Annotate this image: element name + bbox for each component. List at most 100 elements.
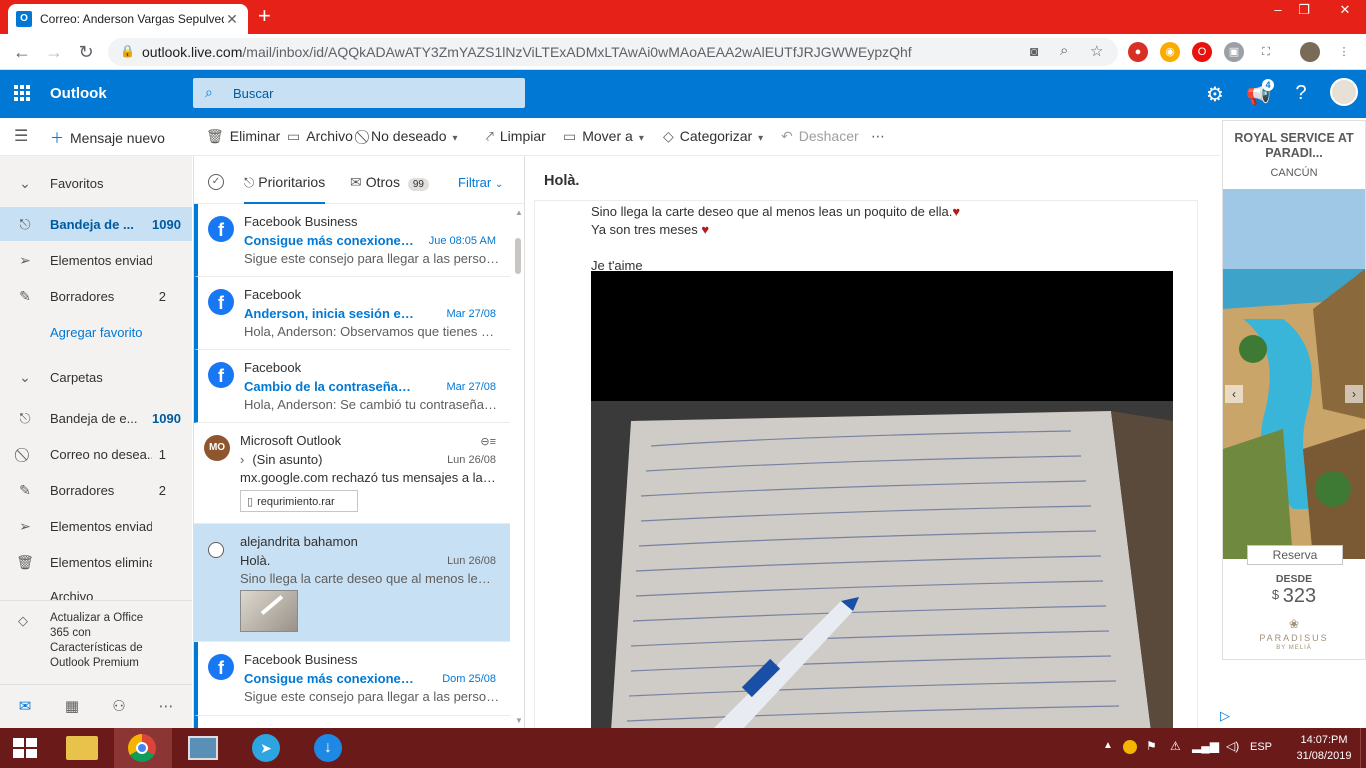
plus-icon: ＋	[50, 130, 64, 146]
windows-start-icon[interactable]	[0, 728, 50, 768]
clock-date[interactable]: 31/08/2019	[1294, 750, 1354, 762]
attachment-thumbnail[interactable]	[240, 590, 298, 632]
mail-icon[interactable]: ✉	[13, 697, 37, 715]
list-item[interactable]	[194, 716, 510, 728]
photos-taskbar-icon[interactable]	[176, 728, 234, 768]
list-item[interactable]: MO Microsoft Outlook ⊖≡ › (Sin asunto) Lu…	[194, 423, 510, 524]
more-actions-icon[interactable]: ⋯	[871, 128, 885, 145]
ad-panel[interactable]: ROYAL SERVICE AT PARADI... CANCÚN ‹ › Re…	[1222, 120, 1366, 660]
clock-time[interactable]: 14:07:PM	[1294, 734, 1354, 746]
archive-button[interactable]: ▭ Archivo	[287, 128, 353, 145]
extension-2-icon[interactable]: ◉	[1160, 42, 1180, 62]
action-center-flag-icon[interactable]: ⚑	[1146, 739, 1157, 753]
bookmark-star-icon[interactable]: ☆	[1090, 42, 1103, 60]
undo-button[interactable]: ↶ Deshacer	[781, 128, 859, 145]
attachment-chip[interactable]: ▯ requrimiento.rar	[240, 490, 358, 512]
ad-reserve-button[interactable]: Reserva	[1247, 545, 1343, 565]
sweep-button[interactable]: ⤤ Limpiar	[486, 128, 546, 145]
move-folder-icon: ▭	[563, 128, 577, 144]
list-item-selected[interactable]: alejandrita bahamon Holà. Lun 26/08 Sino…	[194, 524, 510, 642]
folders-header[interactable]: ⌄ Carpetas	[0, 360, 192, 394]
new-message-button[interactable]: ＋ Mensaje nuevo	[50, 128, 165, 148]
download-manager-icon[interactable]: ↓	[300, 728, 358, 768]
nav-inbox[interactable]: ⎋ Bandeja de e... 1090	[0, 401, 192, 435]
ad-prev-icon[interactable]: ‹	[1225, 385, 1243, 403]
profile-avatar-icon[interactable]	[1300, 42, 1320, 62]
new-tab-icon[interactable]: +	[258, 5, 271, 27]
select-all-checkbox[interactable]: ✓	[208, 174, 224, 190]
ad-next-icon[interactable]: ›	[1345, 385, 1363, 403]
extension-1-icon[interactable]: ●	[1128, 42, 1148, 62]
forward-icon[interactable]: →	[44, 42, 64, 62]
tab-focused[interactable]: ⎋ Prioritarios	[244, 156, 326, 204]
scroll-thumb[interactable]	[515, 238, 521, 274]
pencil-icon: ✎	[19, 287, 31, 304]
handwritten-letter-photo[interactable]	[591, 271, 1173, 728]
nav-deleted[interactable]: 🗑 Elementos elimina...	[0, 545, 192, 579]
signal-icon[interactable]: ▂▄▆	[1192, 739, 1219, 753]
brand-title[interactable]: Outlook	[50, 85, 107, 102]
file-icon: ▯	[247, 496, 254, 508]
nav-sent-favorite[interactable]: ➢ Elementos enviados	[0, 243, 192, 277]
extension-4-icon[interactable]: ▣	[1224, 42, 1244, 62]
nav-junk[interactable]: ⃠ Correo no desea... 1	[0, 437, 192, 471]
chevron-right-icon: ›	[240, 452, 245, 467]
zoom-icon[interactable]: ⌕	[1060, 42, 1068, 59]
address-bar[interactable]: 🔒 outlook.live.com/mail/inbox/id/AQQkADA…	[108, 38, 1118, 66]
calendar-icon[interactable]: ▦	[60, 697, 84, 715]
list-item[interactable]: f Facebook Cambio de la contraseña d... …	[194, 350, 510, 423]
telegram-taskbar-icon[interactable]: ➤	[238, 728, 296, 768]
opera-extension-icon[interactable]: O	[1192, 42, 1212, 62]
message-list-scrollbar[interactable]: ▲ ▼	[513, 208, 523, 726]
reload-icon[interactable]: ↻	[76, 42, 96, 62]
show-desktop-button[interactable]	[1360, 728, 1366, 768]
filter-button[interactable]: Filtrar ⌄	[458, 175, 503, 190]
more-apps-icon[interactable]: ⋯	[154, 697, 178, 715]
show-hidden-icons-icon[interactable]: ▲	[1103, 740, 1113, 751]
ad-brand-logo-icon: ❀	[1288, 617, 1300, 631]
ad-resort-image[interactable]: ‹ ›	[1223, 189, 1365, 559]
hamburger-menu-icon[interactable]: ☰	[14, 126, 28, 146]
nav-drafts-favorite[interactable]: ✎ Borradores 2	[0, 279, 192, 313]
nav-sent[interactable]: ➢ Elementos enviados	[0, 509, 192, 543]
junk-button[interactable]: ⃠No deseado▾	[365, 128, 458, 145]
volume-icon[interactable]: ◁)	[1226, 739, 1239, 753]
screen-capture-icon[interactable]: ⛶	[1256, 42, 1276, 62]
app-launcher-icon[interactable]	[14, 85, 30, 101]
nav-drafts[interactable]: ✎ Borradores 2	[0, 473, 192, 507]
settings-gear-icon[interactable]: ⚙	[1203, 82, 1227, 107]
people-icon[interactable]: ⚇	[107, 697, 131, 715]
ad-location: CANCÚN	[1270, 167, 1318, 179]
nav-archive[interactable]: Archivo	[0, 581, 192, 601]
upgrade-banner[interactable]: ◇ Actualizar a Office 365 con Caracterís…	[0, 600, 192, 684]
browser-tab[interactable]: O Correo: Anderson Vargas Sepulveda - Ou…	[8, 4, 248, 34]
select-checkbox[interactable]	[208, 542, 224, 558]
camera-blocked-icon[interactable]: ◙	[1030, 43, 1038, 59]
file-explorer-icon[interactable]	[52, 728, 110, 768]
list-item[interactable]: f Facebook Anderson, inicia sesión en F.…	[194, 277, 510, 350]
categorize-button[interactable]: ◇ Categorizar ▾	[663, 128, 763, 145]
close-window-icon[interactable]: ✕	[1324, 0, 1366, 20]
delete-button[interactable]: 🗑 Eliminar	[206, 128, 280, 145]
back-icon[interactable]: ←	[12, 42, 32, 62]
help-icon[interactable]: ?	[1289, 82, 1313, 105]
account-avatar[interactable]	[1330, 78, 1358, 106]
tab-other[interactable]: ✉ Otros 99	[350, 174, 429, 191]
restore-icon[interactable]: ❐	[1288, 0, 1320, 20]
inbox-pivots: ✓ ⎋ Prioritarios ✉ Otros 99 Filtrar ⌄	[194, 156, 524, 204]
add-favorite-link[interactable]: Agregar favorito	[0, 315, 192, 349]
nav-inbox-favorite[interactable]: ⎋ Bandeja de ... 1090	[0, 207, 192, 241]
favorites-header[interactable]: ⌄ Favoritos	[0, 166, 192, 200]
network-warning-icon[interactable]: ⚠	[1170, 739, 1181, 753]
move-to-button[interactable]: ▭ Mover a ▾	[563, 128, 644, 145]
list-item[interactable]: f Facebook Business Consigue más conexio…	[194, 204, 510, 277]
chrome-menu-icon[interactable]: ⋮	[1334, 42, 1354, 62]
chrome-taskbar-icon[interactable]	[114, 728, 172, 768]
language-indicator[interactable]: ESP	[1250, 741, 1272, 753]
adchoices-icon[interactable]: ▷	[1220, 708, 1230, 724]
close-tab-icon[interactable]: ✕	[224, 11, 240, 28]
list-item[interactable]: f Facebook Business Consigue más conexio…	[194, 642, 510, 716]
search-box[interactable]: ⌕ Buscar	[193, 78, 525, 108]
upgrade-text: Actualizar a Office 365 con Característi…	[50, 612, 144, 669]
tray-app-icon[interactable]	[1123, 740, 1137, 754]
